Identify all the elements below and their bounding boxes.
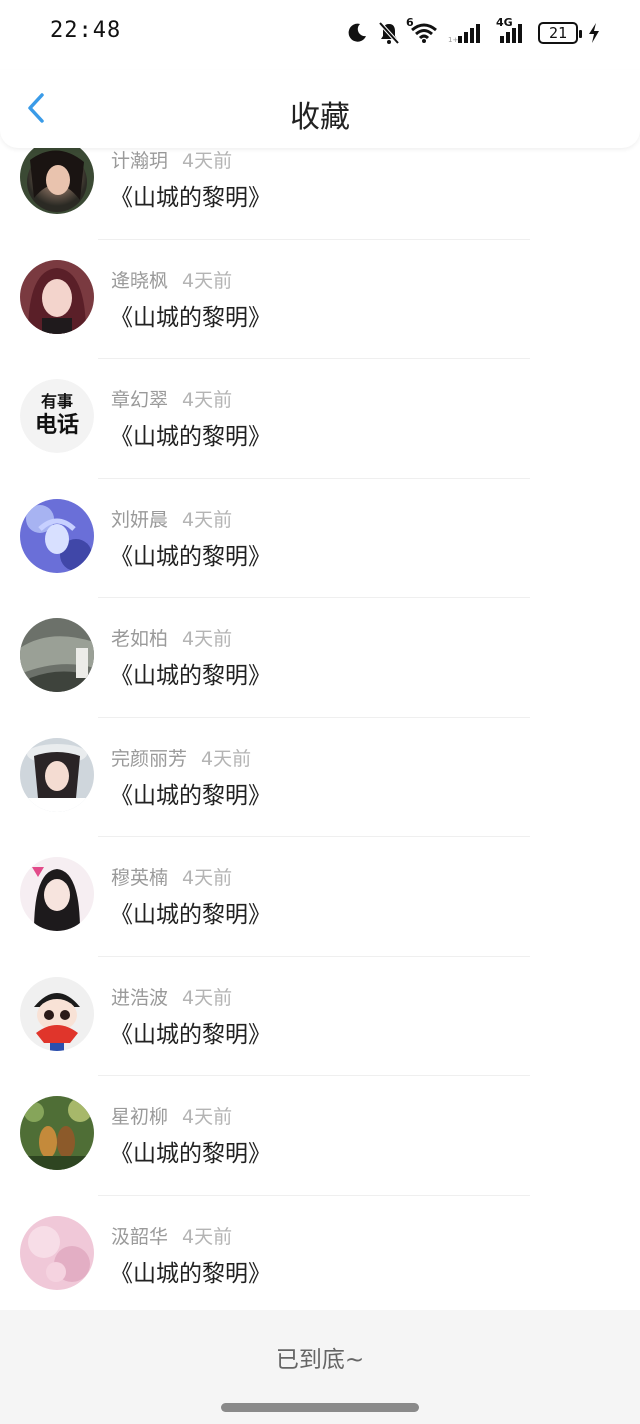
list-item[interactable]: 老如柏 4天前 《山城的黎明》	[0, 598, 640, 718]
item-book-title: 《山城的黎明》	[110, 1260, 271, 1287]
end-of-list-text: 已到底~	[275, 1347, 365, 1373]
favorites-list: 计瀚玥 4天前 《山城的黎明》 逄晓枫 4天前 《山城的黎明》 有事 电话 章幻翠 4…	[0, 120, 640, 1315]
svg-text:1+: 1+	[448, 36, 458, 44]
item-book-title: 《山城的黎明》	[110, 1021, 271, 1048]
item-book-title: 《山城的黎明》	[110, 185, 271, 211]
avatar-text-line2: 电话	[34, 413, 79, 438]
page-title: 收藏	[290, 100, 350, 135]
moon-icon	[346, 22, 368, 44]
item-time: 4天前	[182, 150, 233, 172]
item-time: 4天前	[182, 269, 233, 292]
item-time: 4天前	[182, 986, 233, 1009]
item-book-title: 《山城的黎明》	[110, 543, 271, 570]
item-user-name: 逄晓枫	[111, 269, 169, 292]
item-book-title: 《山城的黎明》	[110, 1141, 271, 1167]
item-user-name: 计瀚玥	[111, 150, 169, 172]
list-item[interactable]: 有事 电话 章幻翠 4天前 《山城的黎明》	[0, 359, 640, 479]
item-user-name: 穆英楠	[111, 867, 169, 889]
list-item[interactable]: 汲韶华 4天前 《山城的黎明》	[0, 1196, 640, 1316]
signal-4g-icon: 4G	[496, 16, 528, 44]
list-item[interactable]: 完颜丽芳 4天前 《山城的黎明》	[0, 718, 640, 837]
avatar	[20, 259, 94, 334]
item-time: 4天前	[201, 747, 252, 770]
item-time: 4天前	[182, 508, 233, 531]
item-user-name: 刘妍晨	[111, 508, 169, 531]
item-user-name: 汲韶华	[111, 1225, 169, 1248]
avatar-text-line1: 有事	[40, 392, 73, 411]
signal-label: 4G	[496, 16, 513, 29]
avatar	[20, 618, 94, 692]
charging-icon	[588, 22, 600, 44]
nav-bar: 收藏	[0, 70, 640, 148]
item-user-name: 完颜丽芳	[111, 747, 188, 770]
avatar	[20, 140, 94, 214]
status-bar: 22:48 6 1+ 4G 21	[0, 0, 640, 70]
wifi-label: 6	[406, 16, 414, 29]
item-user-name: 进浩波	[111, 986, 169, 1009]
item-user-name: 老如柏	[111, 628, 169, 650]
avatar	[20, 737, 94, 812]
signal-icon: 1+	[448, 22, 486, 44]
avatar	[20, 1096, 94, 1170]
avatar	[20, 857, 94, 931]
avatar: 有事 电话	[20, 379, 94, 453]
battery-level: 21	[548, 24, 568, 42]
avatar	[20, 1215, 94, 1290]
item-book-title: 《山城的黎明》	[110, 782, 271, 809]
avatar	[20, 976, 94, 1051]
item-book-title: 《山城的黎明》	[110, 424, 271, 450]
status-time: 22:48	[50, 18, 122, 43]
item-time: 4天前	[182, 628, 233, 650]
list-item[interactable]: 进浩波 4天前 《山城的黎明》	[0, 957, 640, 1076]
item-user-name: 章幻翠	[111, 389, 169, 411]
battery-icon: 21	[538, 22, 582, 44]
item-time: 4天前	[182, 1225, 233, 1248]
list-item[interactable]: 星初柳 4天前 《山城的黎明》	[0, 1076, 640, 1196]
avatar	[20, 498, 94, 573]
home-indicator[interactable]	[221, 1403, 419, 1412]
item-user-name: 星初柳	[111, 1106, 169, 1128]
list-item[interactable]: 逄晓枫 4天前 《山城的黎明》	[0, 240, 640, 359]
item-book-title: 《山城的黎明》	[110, 304, 271, 331]
item-time: 4天前	[182, 1106, 233, 1128]
item-time: 4天前	[182, 867, 233, 889]
bell-off-icon	[378, 21, 400, 45]
list-item[interactable]: 穆英楠 4天前 《山城的黎明》	[0, 837, 640, 957]
wifi-icon: 6	[406, 16, 438, 44]
status-icons: 6 1+ 4G 21	[346, 16, 600, 48]
list-item[interactable]: 刘妍晨 4天前 《山城的黎明》	[0, 479, 640, 598]
item-time: 4天前	[182, 389, 233, 411]
item-book-title: 《山城的黎明》	[110, 663, 271, 689]
item-book-title: 《山城的黎明》	[110, 902, 271, 928]
